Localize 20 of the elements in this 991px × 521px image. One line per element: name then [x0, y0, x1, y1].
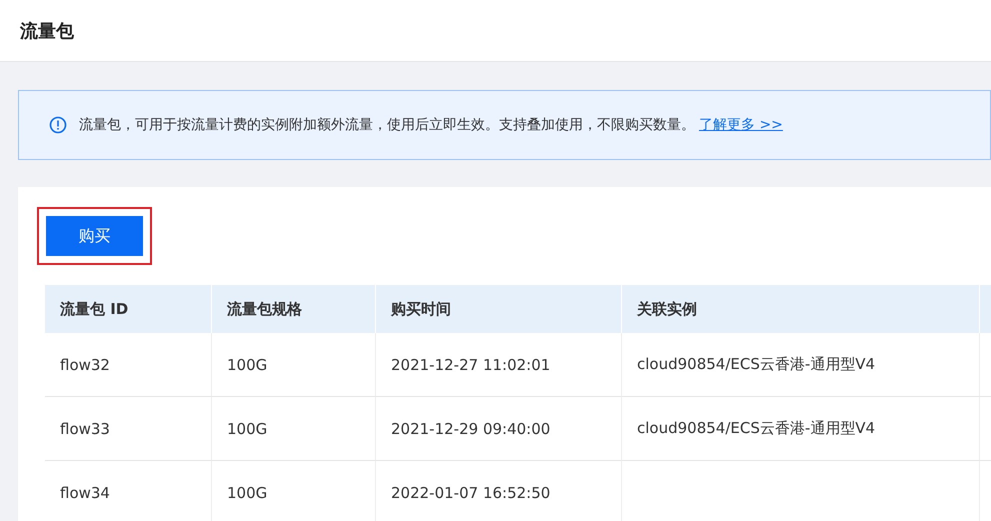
table-cell: flow33	[45, 397, 212, 461]
table-cell: 2021-12-27 11:02:01	[376, 333, 622, 397]
column-header: 流量包规格	[212, 285, 376, 333]
table-cell: 100G	[212, 397, 376, 461]
table-cell: cloud90854/ECS云香港-通用型V4	[622, 397, 980, 461]
info-icon	[49, 116, 67, 134]
table-cell: 2021-12-29 09:40:00	[376, 397, 622, 461]
column-header: 流量包 ID	[45, 285, 212, 333]
table-cell: flow34	[45, 461, 212, 521]
page-title: 流量包	[20, 20, 74, 42]
table-cell: flow32	[45, 333, 212, 397]
table-cell: 100G	[212, 461, 376, 521]
table-cell: 2022-01-07 16:52:50	[376, 461, 622, 521]
table-cell: cloud90854/ECS云香港-通用型V4	[622, 333, 980, 397]
notice-text: 流量包，可用于按流量计费的实例附加额外流量，使用后立即生效。支持叠加使用，不限购买数量。	[79, 116, 695, 134]
column-header: 关联实例	[622, 285, 980, 333]
buy-button[interactable]: 购买	[46, 216, 143, 256]
column-header: 购买时间	[376, 285, 622, 333]
learn-more-link[interactable]: 了解更多 >>	[699, 116, 783, 134]
table-cell: 100G	[212, 333, 376, 397]
